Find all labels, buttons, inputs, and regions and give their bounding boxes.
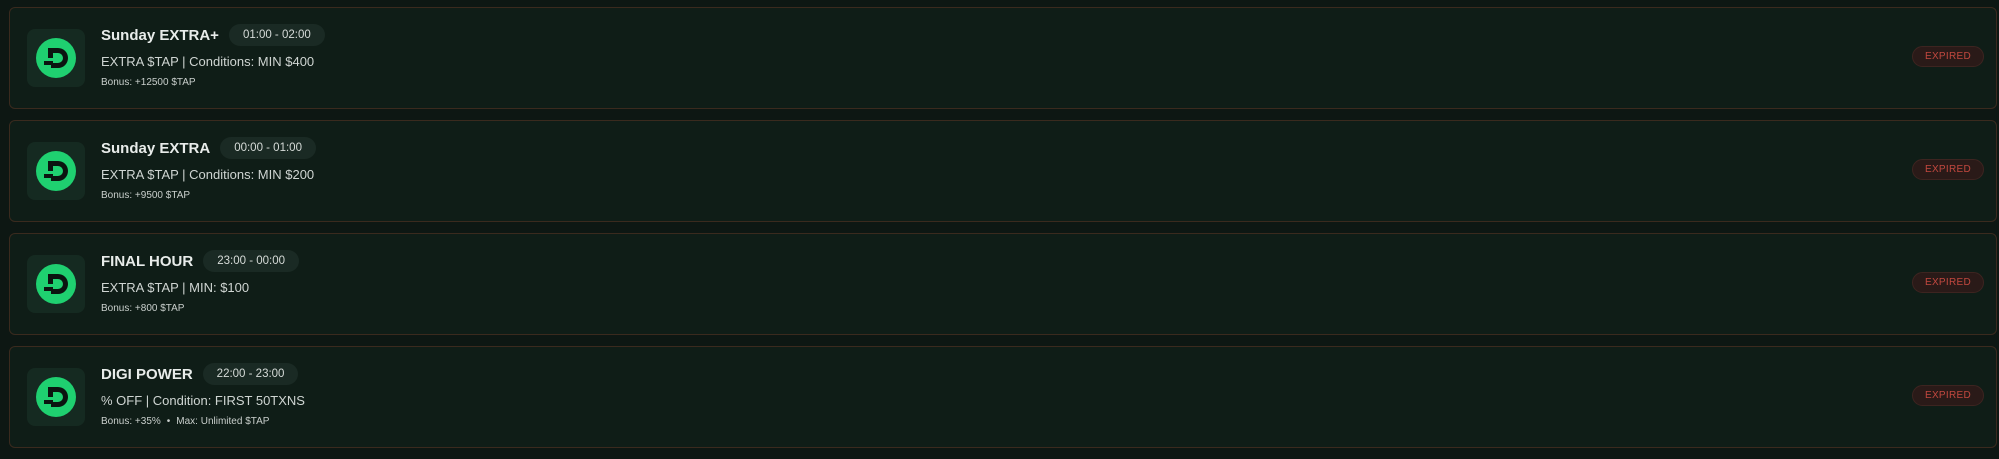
promotion-description: % OFF | Condition: FIRST 50TXNS — [101, 393, 305, 408]
bonus-text: Bonus: +35% — [101, 416, 161, 427]
promotion-card[interactable]: FINAL HOUR 23:00 - 00:00 EXTRA $TAP | MI… — [9, 233, 1997, 335]
expired-badge: EXPIRED — [1912, 46, 1984, 67]
promotion-bonus: Bonus: +9500 $TAP — [101, 190, 316, 201]
promotion-bonus: Bonus: +800 $TAP — [101, 303, 299, 314]
time-window-badge: 01:00 - 02:00 — [228, 24, 325, 46]
promotion-card[interactable]: Sunday EXTRA+ 01:00 - 02:00 EXTRA $TAP |… — [9, 7, 1997, 109]
bonus-text: Bonus: +12500 $TAP — [101, 77, 196, 88]
digi-logo-icon — [36, 377, 76, 417]
promotion-description: EXTRA $TAP | MIN: $100 — [101, 280, 250, 295]
promotion-logo — [27, 142, 85, 200]
promotion-bonus: Bonus: +12500 $TAP — [101, 77, 325, 88]
promotion-list: Sunday EXTRA+ 01:00 - 02:00 EXTRA $TAP |… — [9, 7, 1997, 459]
expired-badge: EXPIRED — [1912, 159, 1984, 180]
time-window-badge: 00:00 - 01:00 — [220, 137, 316, 159]
digi-logo-icon — [36, 151, 76, 191]
expired-badge: EXPIRED — [1912, 385, 1984, 406]
max-text: Max: Unlimited $TAP — [176, 416, 270, 427]
expired-badge: EXPIRED — [1912, 272, 1984, 293]
promotion-bonus: Bonus: +35% • Max: Unlimited $TAP — [101, 416, 305, 427]
bonus-text: Bonus: +800 $TAP — [101, 303, 185, 314]
promotion-title: FINAL HOUR — [101, 252, 194, 270]
bonus-text: Bonus: +9500 $TAP — [101, 190, 191, 201]
digi-logo-icon — [36, 38, 76, 78]
promotion-title: Sunday EXTRA+ — [101, 26, 219, 44]
time-window-badge: 23:00 - 00:00 — [203, 250, 300, 272]
promotion-logo — [27, 29, 85, 87]
promotion-logo — [27, 255, 85, 313]
promotion-card[interactable]: DIGI POWER 22:00 - 23:00 % OFF | Conditi… — [9, 346, 1997, 448]
bullet-separator: • — [166, 416, 171, 427]
promotion-description: EXTRA $TAP | Conditions: MIN $200 — [101, 167, 315, 182]
digi-logo-icon — [36, 264, 76, 304]
time-window-badge: 22:00 - 23:00 — [202, 363, 299, 385]
promotion-title: DIGI POWER — [101, 365, 193, 383]
promotion-logo — [27, 368, 85, 426]
promotion-card[interactable]: Sunday EXTRA 00:00 - 01:00 EXTRA $TAP | … — [9, 120, 1997, 222]
promotion-description: EXTRA $TAP | Conditions: MIN $400 — [101, 54, 315, 69]
promotion-title: Sunday EXTRA — [101, 139, 211, 157]
